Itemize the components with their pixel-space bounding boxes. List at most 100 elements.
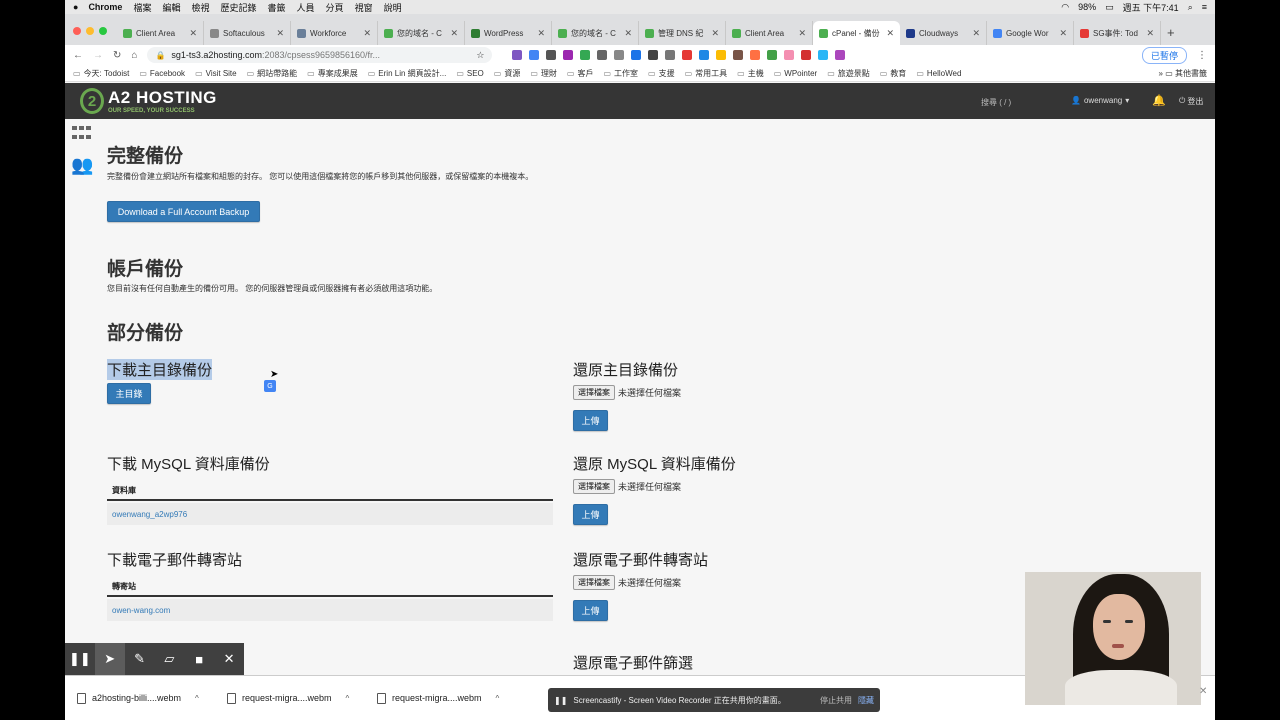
other-bookmarks[interactable]: » ▭ 其他書籤 xyxy=(1159,68,1207,79)
extension-icon[interactable] xyxy=(716,50,727,60)
close-tab-icon[interactable]: ✕ xyxy=(886,28,894,39)
logout-link[interactable]: ⏻ 登出 xyxy=(1179,96,1203,107)
forwarders-choose-file-button[interactable]: 選擇檔案 xyxy=(573,575,615,590)
extension-icon[interactable] xyxy=(682,50,693,60)
profile-paused-button[interactable]: 已暫停 xyxy=(1141,46,1187,64)
battery-icon[interactable]: ▭ xyxy=(1105,2,1114,13)
bookmark-item[interactable]: ▭ 資源 xyxy=(494,68,521,79)
menu-edit[interactable]: 編輯 xyxy=(162,1,180,14)
mysql-choose-file-button[interactable]: 選擇檔案 xyxy=(573,479,615,494)
extension-icon[interactable] xyxy=(784,50,795,60)
extension-icon[interactable] xyxy=(835,50,846,60)
bookmark-item[interactable]: ▭ 工作室 xyxy=(603,68,638,79)
home-choose-file-button[interactable]: 選擇檔案 xyxy=(573,385,615,400)
close-tab-icon[interactable]: ✕ xyxy=(276,28,284,39)
bookmark-item[interactable]: ▭ 專案成果展 xyxy=(307,68,358,79)
forwarders-upload-button[interactable]: 上傳 xyxy=(573,600,608,621)
users-icon[interactable]: 👥 xyxy=(71,155,93,176)
bookmark-item[interactable]: ▭ SEO xyxy=(456,68,483,79)
bookmark-item[interactable]: ▭ 理財 xyxy=(530,68,557,79)
extension-icon[interactable] xyxy=(733,50,744,60)
bookmark-item[interactable]: ▭ 客戶 xyxy=(567,68,594,79)
extension-icon[interactable] xyxy=(818,50,829,60)
extension-icon[interactable] xyxy=(546,50,557,60)
pause-icon[interactable]: ❚❚ xyxy=(65,643,95,675)
close-tab-icon[interactable]: ✕ xyxy=(189,28,197,39)
menu-window[interactable]: 視窗 xyxy=(355,1,373,14)
download-item[interactable]: a2hosting-billi....webm ^ xyxy=(77,692,227,704)
close-tab-icon[interactable]: ✕ xyxy=(624,28,632,39)
menu-bookmarks[interactable]: 書籤 xyxy=(268,1,286,14)
bookmark-item[interactable]: ▭ HelloWed xyxy=(916,68,961,79)
apps-grid-icon[interactable] xyxy=(72,126,92,142)
pen-tool-icon[interactable]: ✎ xyxy=(125,643,155,675)
close-tab-icon[interactable]: ✕ xyxy=(450,28,458,39)
bookmark-item[interactable]: ▭ Facebook xyxy=(139,68,185,79)
browser-tab[interactable]: 管理 DNS 紀 ✕ xyxy=(639,21,726,45)
close-window-button[interactable] xyxy=(73,27,81,35)
menu-tabs[interactable]: 分頁 xyxy=(326,1,344,14)
close-tab-icon[interactable]: ✕ xyxy=(972,28,980,39)
mysql-database-link[interactable]: owenwang_a2wp976 xyxy=(112,510,187,519)
cursor-tool-icon[interactable]: ➤ xyxy=(94,643,125,675)
bookmark-item[interactable]: ▭ 常用工具 xyxy=(685,68,728,79)
extension-icon[interactable] xyxy=(699,50,710,60)
bookmark-item[interactable]: ▭ WPointer xyxy=(774,68,817,79)
extension-icon[interactable] xyxy=(529,50,540,60)
url-field[interactable]: 🔒 sg1-ts3.a2hosting.com:2083/cpsess96598… xyxy=(147,47,493,63)
browser-tab[interactable]: 您的域名 - C ✕ xyxy=(552,21,639,45)
close-tab-icon[interactable]: ✕ xyxy=(711,28,719,39)
stop-sharing-button[interactable]: 停止共用 xyxy=(820,695,852,706)
close-tab-icon[interactable]: ✕ xyxy=(798,28,806,39)
close-tab-icon[interactable]: ✕ xyxy=(1059,28,1067,39)
download-item[interactable]: request-migra....webm ^ xyxy=(227,692,377,704)
bookmark-item[interactable]: ▭ 今天: Todoist xyxy=(73,68,129,79)
wifi-icon[interactable]: ◠ xyxy=(1061,2,1069,13)
a2-hosting-logo[interactable]: 2 A2 HOSTING OUR SPEED, YOUR SUCCESS xyxy=(80,88,217,114)
extension-icon[interactable] xyxy=(767,50,778,60)
browser-tab[interactable]: cPanel - 備份 ✕ xyxy=(813,21,900,45)
bookmark-item[interactable]: ▭ 支援 xyxy=(648,68,675,79)
eraser-tool-icon[interactable]: ▱ xyxy=(154,643,184,675)
mysql-upload-button[interactable]: 上傳 xyxy=(573,504,608,525)
bell-icon[interactable]: 🔔 xyxy=(1152,94,1166,107)
home-upload-button[interactable]: 上傳 xyxy=(573,410,608,431)
close-tab-icon[interactable]: ✕ xyxy=(1146,28,1154,39)
extension-icon[interactable] xyxy=(512,50,523,60)
extension-icon[interactable] xyxy=(597,50,608,60)
menu-history[interactable]: 歷史記錄 xyxy=(221,1,257,14)
download-item[interactable]: request-migra....webm ^ xyxy=(377,692,527,704)
home-directory-button[interactable]: 主目錄 xyxy=(107,383,151,404)
close-webcam-icon[interactable]: ✕ xyxy=(1199,686,1207,697)
browser-tab[interactable]: Google Wor ✕ xyxy=(987,21,1074,45)
bookmark-item[interactable]: ▭ Visit Site xyxy=(195,68,237,79)
browser-tab[interactable]: WordPress ✕ xyxy=(465,21,552,45)
control-center-icon[interactable]: ≡ xyxy=(1202,2,1207,12)
extension-icon[interactable] xyxy=(580,50,591,60)
menu-view[interactable]: 檢視 xyxy=(191,1,209,14)
browser-tab[interactable]: Workforce ✕ xyxy=(291,21,378,45)
extension-icon[interactable] xyxy=(665,50,676,60)
new-tab-button[interactable]: + xyxy=(1161,25,1181,45)
browser-tab[interactable]: Cloudways ✕ xyxy=(900,21,987,45)
back-icon[interactable]: ← xyxy=(73,50,83,61)
bookmark-star-icon[interactable]: ☆ xyxy=(476,50,484,61)
cpanel-search[interactable]: 搜尋 ( / ) xyxy=(981,97,1011,108)
close-icon[interactable]: ✕ xyxy=(214,643,244,675)
chevron-up-icon[interactable]: ^ xyxy=(195,694,199,703)
menu-icon[interactable]: ⋮ xyxy=(1197,50,1207,61)
browser-tab[interactable]: SG事件: Tod ✕ xyxy=(1074,21,1161,45)
translate-icon[interactable]: G xyxy=(264,380,276,392)
home-icon[interactable]: ⌂ xyxy=(131,50,137,61)
close-tab-icon[interactable]: ✕ xyxy=(363,28,371,39)
reload-icon[interactable]: ↻ xyxy=(113,50,121,61)
bookmark-item[interactable]: ▭ Erin Lin 網頁設計... xyxy=(368,68,447,79)
spotlight-icon[interactable]: ⌕ xyxy=(1188,2,1193,13)
menu-help[interactable]: 說明 xyxy=(384,1,402,14)
extension-icon[interactable] xyxy=(614,50,625,60)
extension-icon[interactable] xyxy=(648,50,659,60)
download-full-backup-button[interactable]: Download a Full Account Backup xyxy=(107,201,260,222)
extension-icon[interactable] xyxy=(801,50,812,60)
bookmark-item[interactable]: ▭ 網站帶路能 xyxy=(247,68,298,79)
minimize-window-button[interactable] xyxy=(86,27,94,35)
